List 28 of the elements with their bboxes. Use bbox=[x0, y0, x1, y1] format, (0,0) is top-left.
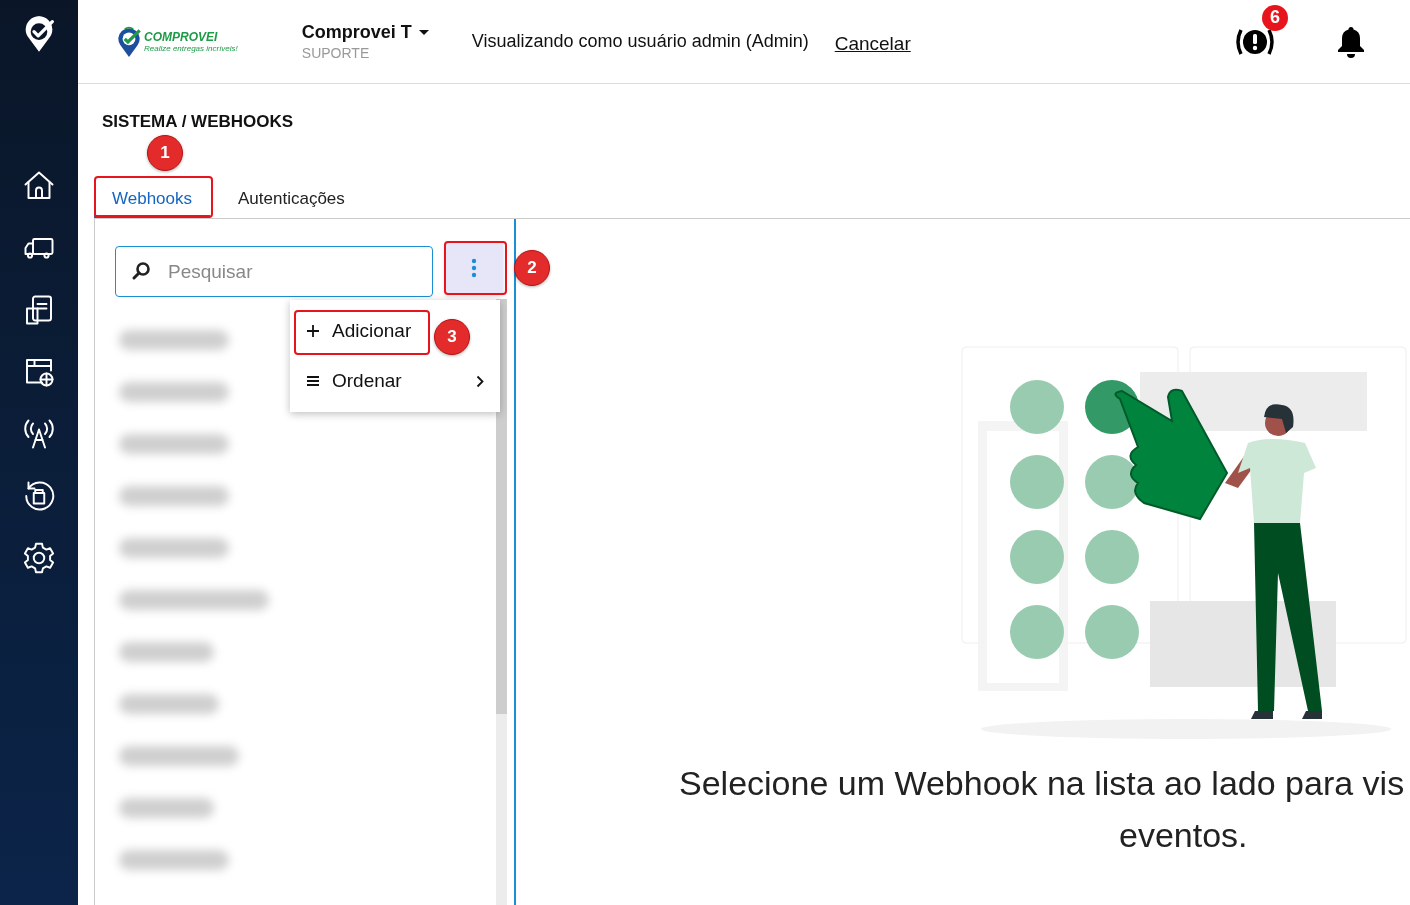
step-marker: 2 bbox=[514, 250, 550, 286]
account-name[interactable]: Comprovei T bbox=[301, 22, 412, 43]
plus-icon bbox=[306, 324, 320, 338]
more-vertical-icon bbox=[471, 258, 477, 278]
tab[interactable]: Autenticações bbox=[220, 182, 363, 218]
cancel-link[interactable]: Cancelar bbox=[834, 32, 911, 55]
tab[interactable]: Webhooks bbox=[94, 182, 210, 218]
list-icon bbox=[306, 375, 320, 387]
logo-tagline: Realize entregas incríveis! bbox=[144, 44, 238, 53]
empty-state-message: Selecione um Webhook na lista ao lado para vis eventos. bbox=[679, 763, 1406, 856]
caret-icon[interactable] bbox=[417, 28, 430, 37]
account-role: SUPORTE bbox=[301, 45, 371, 61]
notification-badge: 6 bbox=[1262, 4, 1288, 31]
bell-icon[interactable] bbox=[1336, 24, 1366, 59]
chevron-right-icon bbox=[476, 374, 484, 388]
settings-icon[interactable] bbox=[21, 540, 57, 576]
logo-icon bbox=[116, 25, 142, 58]
menu-item[interactable]: Ordenar bbox=[290, 356, 500, 406]
breadcrumb: SISTEMA / WEBHOOKS bbox=[102, 112, 295, 132]
logo-wordmark: COMPROVEI bbox=[144, 30, 219, 44]
highlight-overlay bbox=[444, 241, 507, 295]
step-marker: 1 bbox=[147, 135, 183, 171]
more-options-button[interactable] bbox=[445, 242, 503, 294]
scrollbar-thumb[interactable] bbox=[496, 299, 507, 714]
search-icon bbox=[131, 261, 151, 281]
alert-icon[interactable] bbox=[1234, 26, 1276, 57]
search-field[interactable]: Pesquisar bbox=[115, 246, 433, 297]
impersonation-notice: Visualizando como usuário admin (Admin) bbox=[471, 31, 809, 52]
